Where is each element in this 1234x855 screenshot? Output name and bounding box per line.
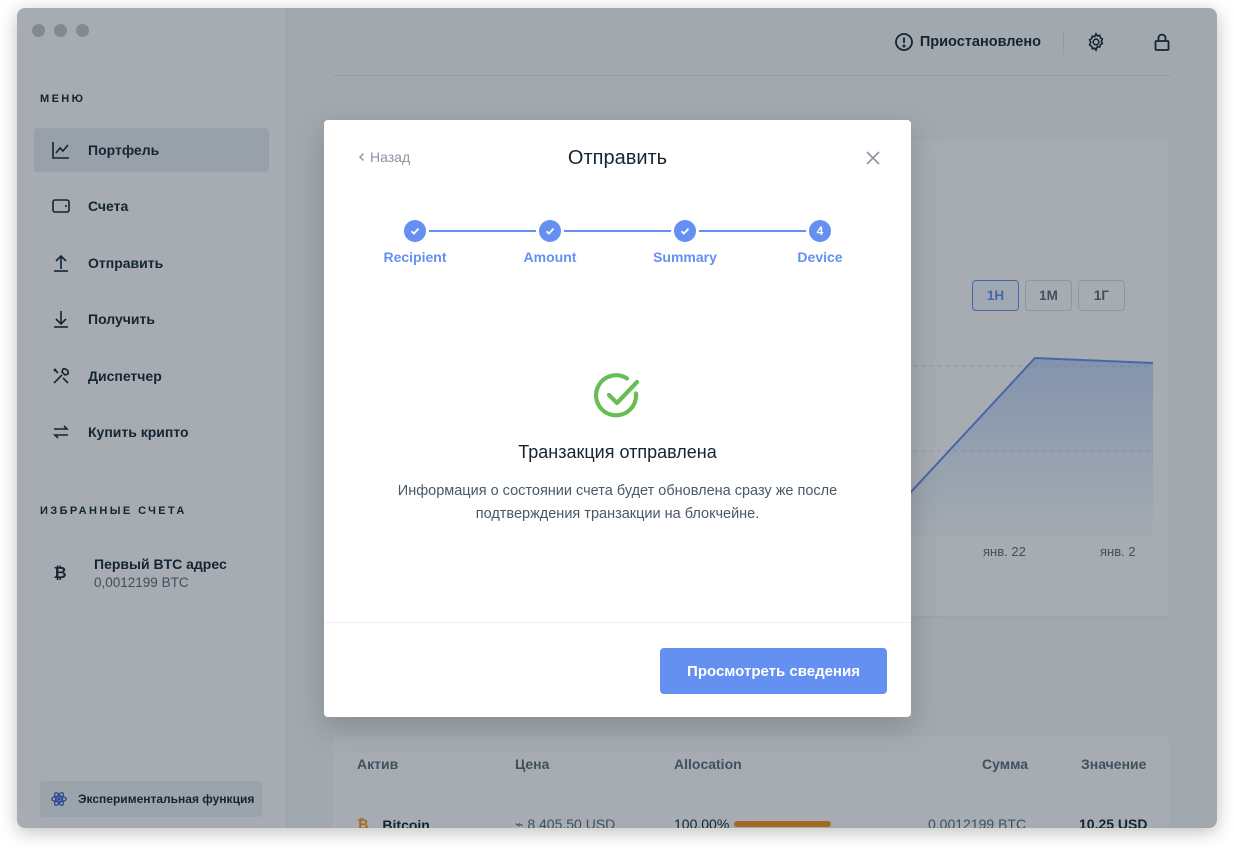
- step-dot: [674, 220, 696, 242]
- step-device: 4 Device: [775, 220, 865, 265]
- modal-footer-divider: [324, 622, 911, 623]
- step-label: Recipient: [383, 249, 447, 265]
- step-label: Device: [797, 249, 843, 265]
- check-icon: [680, 227, 690, 235]
- step-number: 4: [809, 220, 831, 242]
- step-label: Summary: [653, 249, 717, 265]
- step-summary: Summary: [640, 220, 730, 265]
- success-title: Транзакция отправлена: [518, 442, 717, 462]
- send-modal: Назад Отправить Recipient Amount Summary…: [324, 120, 911, 717]
- step-amount: Amount: [505, 220, 595, 265]
- success-description: Информация о состоянии счета будет обнов…: [364, 480, 871, 526]
- step-dot: [539, 220, 561, 242]
- success-description-line: Информация о состоянии счета будет обнов…: [397, 483, 838, 499]
- step-dot: [404, 220, 426, 242]
- stepper-line: [415, 230, 819, 232]
- step-label: Amount: [523, 249, 577, 265]
- check-icon: [545, 227, 555, 235]
- step-recipient: Recipient: [370, 220, 460, 265]
- view-details-button[interactable]: Просмотреть сведения: [660, 648, 887, 694]
- close-icon: [866, 151, 880, 165]
- close-button[interactable]: [865, 150, 881, 166]
- modal-title: Отправить: [567, 147, 668, 169]
- success-description-line: подтверждения транзакции на блокчейне.: [475, 506, 760, 522]
- check-icon: [410, 227, 420, 235]
- check-circle-icon: [594, 373, 640, 418]
